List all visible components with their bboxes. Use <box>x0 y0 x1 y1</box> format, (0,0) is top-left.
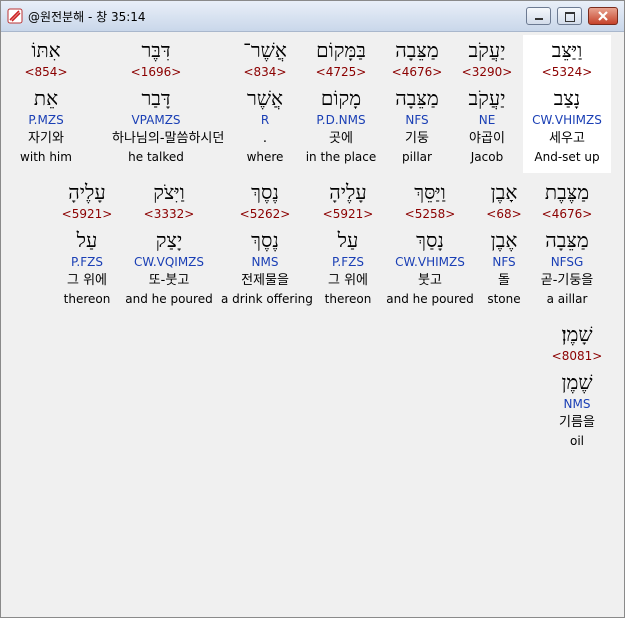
lemma: מָקוֹם <box>320 86 362 110</box>
korean-gloss: 붓고 <box>418 273 442 288</box>
strong-number: <5921> <box>322 207 374 221</box>
app-icon <box>7 8 23 24</box>
lemma: נֶסֶךְ <box>251 228 279 252</box>
hebrew-word: עָלֶיהָ <box>68 180 106 204</box>
strong-number: <4676> <box>391 65 443 79</box>
hebrew-word: וַיַּסֵּךְ <box>414 180 446 204</box>
parsing-code: CW.VHIMZS <box>532 113 602 127</box>
maximize-icon <box>565 12 575 22</box>
lemma: נָסַךְ <box>416 228 444 252</box>
english-gloss: and he poured <box>125 292 213 306</box>
lemma: יָצַק <box>155 228 183 252</box>
word-cell[interactable]: עָלֶיהָ <5921> עַל P.FZS 그 위에 thereon <box>304 177 392 315</box>
parsing-code: P.FZS <box>332 255 364 269</box>
parsing-code: R <box>260 113 270 127</box>
lemma: אֵת <box>33 86 59 110</box>
word-cell[interactable]: נֶסֶךְ <5262> נֶסֶךְ NMS 전제물을 a drink of… <box>221 177 313 315</box>
word-analysis-panel: וַיַּצֵּב <5324> נָצַב CW.VHIMZS 세우고 And… <box>7 35 617 611</box>
word-cell[interactable]: מַצֵּבָה <4676> מַצֵּבָה NFS 기둥 pillar <box>373 35 461 173</box>
english-gloss: And-set up <box>534 150 600 164</box>
window-title: @원전분해 - 창 35:14 <box>28 10 146 24</box>
hebrew-word: אִתּוֹ <box>31 38 61 62</box>
parsing-code: CW.VHIMZS <box>395 255 465 269</box>
english-gloss: he talked <box>128 150 184 164</box>
title-bar[interactable]: @원전분해 - 창 35:14 <box>1 1 624 32</box>
strong-number: <5262> <box>239 207 291 221</box>
english-gloss: in the place <box>305 150 377 164</box>
english-gloss: thereon <box>63 292 111 306</box>
lemma: אֲשֶׁר <box>247 86 283 110</box>
lemma: עַל <box>76 228 98 252</box>
strong-number: <5258> <box>404 207 456 221</box>
lemma: עַל <box>337 228 359 252</box>
hebrew-word: דִּבֶּר <box>141 38 171 62</box>
word-cell[interactable]: אֲשֶׁר־ <834> אֲשֶׁר R . where <box>221 35 309 173</box>
strong-number: <834> <box>243 65 287 79</box>
parsing-code: P.FZS <box>71 255 103 269</box>
strong-number: <5921> <box>61 207 113 221</box>
english-gloss: oil <box>569 434 584 448</box>
korean-gloss: 전제물을 <box>241 273 289 288</box>
korean-gloss: 기름을 <box>559 415 595 430</box>
hebrew-word: נֶסֶךְ <box>251 180 279 204</box>
english-gloss: a drink offering <box>221 292 313 306</box>
korean-gloss: 세우고 <box>549 131 585 146</box>
close-icon <box>598 11 608 21</box>
app-window: @원전분해 - 창 35:14 וַיַּצֵּב <5324> נָצַב C… <box>0 0 625 618</box>
close-button[interactable] <box>588 7 618 25</box>
minimize-icon <box>535 18 543 20</box>
parsing-code: NFS <box>405 113 429 127</box>
hebrew-word: שָׁמֶן׃ <box>561 322 593 346</box>
hebrew-word: מַצֵּבָה <box>395 38 439 62</box>
strong-number: <3332> <box>143 207 195 221</box>
word-cell[interactable]: בַּמָּקוֹם <4725> מָקוֹם P.D.NMS 곳에 in t… <box>297 35 385 173</box>
hebrew-word: אֲשֶׁר־ <box>243 38 287 62</box>
lemma: נָצַב <box>553 86 581 110</box>
minimize-button[interactable] <box>526 7 551 25</box>
strong-number: <1696> <box>130 65 182 79</box>
maximize-button[interactable] <box>557 7 582 25</box>
lemma: שֶׁמֶן <box>561 370 593 394</box>
word-cell[interactable]: וַיַּצֵּב <5324> נָצַב CW.VHIMZS 세우고 And… <box>523 35 611 173</box>
word-cell[interactable]: שָׁמֶן׃ <8081> שֶׁמֶן NMS 기름을 oil <box>533 319 621 457</box>
korean-gloss: 기둥 <box>405 131 429 146</box>
parsing-code: VPAMZS <box>131 113 181 127</box>
korean-gloss: . <box>262 131 268 146</box>
parsing-code: P.MZS <box>28 113 64 127</box>
korean-gloss: 곳에 <box>329 131 353 146</box>
strong-number: <5324> <box>541 65 593 79</box>
hebrew-word: וַיִּצֹק <box>153 180 185 204</box>
word-cell[interactable]: עָלֶיהָ <5921> עַל P.FZS 그 위에 thereon <box>43 177 131 315</box>
lemma: דָּבַר <box>141 86 171 110</box>
korean-gloss: 그 위에 <box>66 273 107 288</box>
word-cell[interactable]: וַיִּצֹק <3332> יָצַק CW.VQIMZS 또-붓고 and… <box>125 177 213 315</box>
word-cell[interactable]: אִתּוֹ <854> אֵת P.MZS 자기와 with him <box>2 35 90 173</box>
word-cell[interactable]: וַיַּסֵּךְ <5258> נָסַךְ CW.VHIMZS 붓고 an… <box>386 177 474 315</box>
strong-number: <8081> <box>551 349 603 363</box>
english-gloss: with him <box>20 150 72 164</box>
parsing-code: NMS <box>251 255 279 269</box>
hebrew-word: וַיַּצֵּב <box>551 38 583 62</box>
hebrew-word: עָלֶיהָ <box>329 180 367 204</box>
korean-gloss: 또-붓고 <box>148 273 190 288</box>
parsing-code: NMS <box>563 397 591 411</box>
parsing-code: CW.VQIMZS <box>133 255 205 269</box>
korean-gloss: 자기와 <box>28 131 64 146</box>
english-gloss: thereon <box>324 292 372 306</box>
word-cell[interactable]: דִּבֶּר <1696> דָּבַר VPAMZS 하나님의-말씀하시던 … <box>112 35 225 173</box>
strong-number: <854> <box>24 65 68 79</box>
korean-gloss: 하나님의-말씀하시던 <box>112 131 225 146</box>
english-gloss: pillar <box>402 150 432 164</box>
parsing-code: P.D.NMS <box>316 113 366 127</box>
korean-gloss: 그 위에 <box>327 273 368 288</box>
hebrew-word: בַּמָּקוֹם <box>316 38 366 62</box>
strong-number: <4725> <box>315 65 367 79</box>
english-gloss: where <box>246 150 284 164</box>
lemma: מַצֵּבָה <box>395 86 439 110</box>
english-gloss: and he poured <box>386 292 474 306</box>
